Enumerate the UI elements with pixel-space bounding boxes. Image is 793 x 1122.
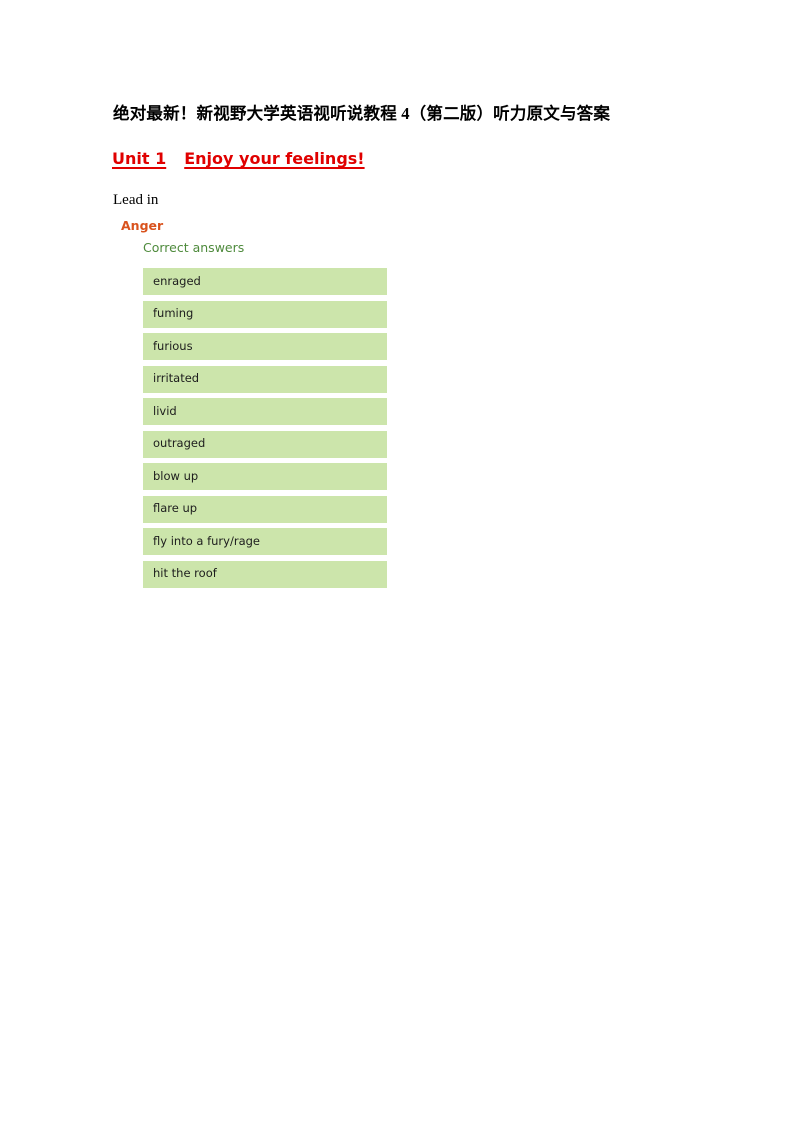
answer-text: blow up [153,468,199,483]
answer-item: irritated [143,365,387,393]
correct-answers-label: Correct answers [143,240,245,255]
answer-item: fuming [143,300,387,328]
answer-list: enraged fuming furious irritated livid o… [143,268,387,593]
answer-item: outraged [143,430,387,458]
answer-text: outraged [153,436,206,451]
answer-text: hit the roof [153,566,217,581]
document-title: 绝对最新！新视野大学英语视听说教程 4（第二版）听力原文与答案 [113,104,611,123]
answer-item: hit the roof [143,560,387,588]
unit-name: Enjoy your feelings! [184,149,365,168]
answer-item: flare up [143,495,387,523]
answer-text: irritated [153,371,200,386]
answer-item: livid [143,398,387,425]
answer-text: flare up [153,501,198,516]
answer-text: enraged [153,273,201,288]
answer-text: fly into a fury/rage [153,533,260,548]
section-label-lead-in: Lead in [113,192,159,208]
document-page: 绝对最新！新视野大学英语视听说教程 4（第二版）听力原文与答案 Unit 1 En… [0,0,793,1122]
answer-text: livid [153,403,177,418]
answer-item: furious [143,333,387,360]
answer-item: enraged [143,268,387,295]
exercise-title: Anger [121,218,164,233]
answer-item: fly into a fury/rage [143,528,387,555]
answer-text: furious [153,338,193,353]
answer-item: blow up [143,463,387,490]
answer-text: fuming [153,306,194,321]
unit-number: Unit 1 [112,149,167,168]
unit-heading: Unit 1 Enjoy your feelings! [112,149,365,168]
